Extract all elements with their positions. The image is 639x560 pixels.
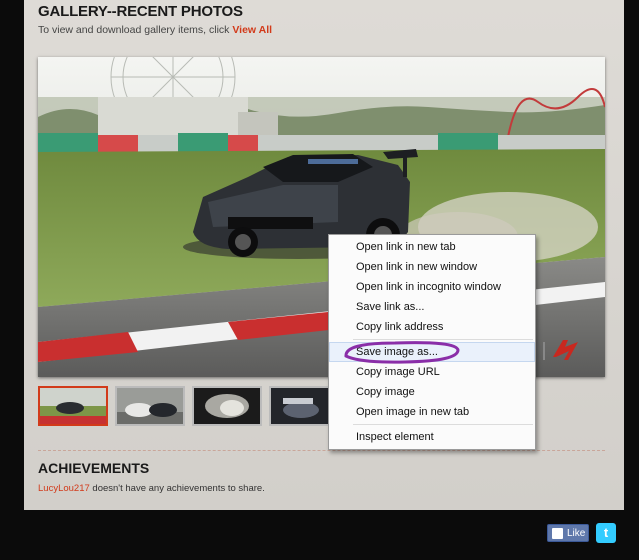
gallery-subtitle-text: To view and download gallery items, clic… bbox=[38, 24, 230, 36]
thumbnail-2[interactable] bbox=[115, 386, 185, 426]
menu-open-link-incognito[interactable]: Open link in incognito window bbox=[329, 277, 535, 297]
gallery-subtitle: To view and download gallery items, clic… bbox=[38, 24, 272, 36]
thumbnail-3-image bbox=[194, 388, 260, 424]
menu-separator bbox=[353, 339, 533, 340]
thumbnail-2-image bbox=[117, 388, 183, 424]
context-menu: Open link in new tab Open link in new wi… bbox=[328, 234, 536, 450]
twitter-button[interactable]: t bbox=[596, 523, 616, 543]
menu-copy-image[interactable]: Copy image bbox=[329, 382, 535, 402]
menu-open-link-new-tab[interactable]: Open link in new tab bbox=[329, 237, 535, 257]
thumbnail-1-image bbox=[40, 388, 106, 424]
gallery-title: GALLERY--RECENT PHOTOS bbox=[38, 3, 243, 20]
menu-save-link-as[interactable]: Save link as... bbox=[329, 297, 535, 317]
menu-open-image-new-tab[interactable]: Open image in new tab bbox=[329, 402, 535, 422]
menu-separator bbox=[353, 424, 533, 425]
menu-inspect-element[interactable]: Inspect element bbox=[329, 427, 535, 447]
menu-open-link-new-window[interactable]: Open link in new window bbox=[329, 257, 535, 277]
twitter-icon: t bbox=[603, 525, 609, 540]
thumbs-up-icon bbox=[552, 528, 563, 539]
username-link[interactable]: LucyLou217 bbox=[38, 483, 90, 494]
achievements-title: ACHIEVEMENTS bbox=[38, 460, 150, 476]
like-label: Like bbox=[567, 528, 586, 539]
view-all-link[interactable]: View All bbox=[232, 24, 272, 36]
section-divider bbox=[38, 450, 605, 451]
thumbnail-3[interactable] bbox=[192, 386, 262, 426]
menu-copy-link-address[interactable]: Copy link address bbox=[329, 317, 535, 337]
achievements-message-text: doesn't have any achievements to share. bbox=[92, 483, 265, 494]
thumbnail-1[interactable] bbox=[38, 386, 108, 426]
achievements-message: LucyLou217 doesn't have any achievements… bbox=[38, 483, 265, 494]
facebook-like-button[interactable]: Like bbox=[547, 524, 589, 542]
menu-save-image-as[interactable]: Save image as... bbox=[329, 342, 535, 362]
menu-copy-image-url[interactable]: Copy image URL bbox=[329, 362, 535, 382]
